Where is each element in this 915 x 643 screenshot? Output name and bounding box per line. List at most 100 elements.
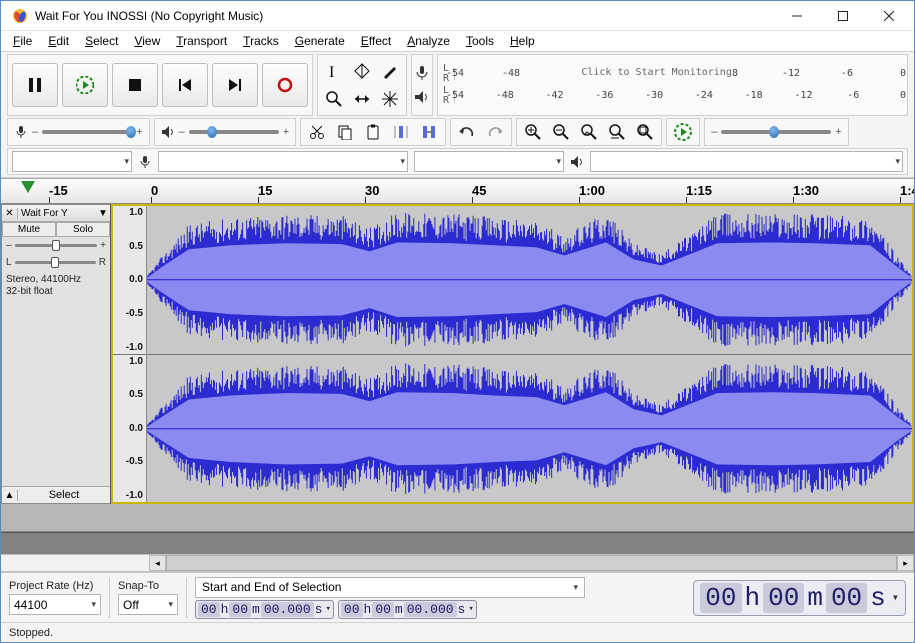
skip-start-button[interactable]	[162, 63, 208, 107]
toolbar-area: I LR -54-488-12-60Click t	[1, 51, 914, 178]
snap-to-label: Snap-To	[118, 580, 178, 592]
speaker-icon	[570, 155, 584, 169]
draw-tool[interactable]	[377, 58, 403, 84]
project-rate-label: Project Rate (Hz)	[9, 580, 101, 592]
channel-left: 1.00.50.0-0.5-1.0	[113, 206, 912, 355]
stop-button[interactable]	[112, 63, 158, 107]
envelope-tool[interactable]	[349, 58, 375, 84]
menu-effect[interactable]: Effect	[353, 32, 399, 50]
playback-volume-slider[interactable]: – +	[154, 118, 297, 146]
playback-speed-slider[interactable]: – +	[704, 118, 849, 146]
skip-end-button[interactable]	[212, 63, 258, 107]
record-volume-slider[interactable]: – +	[7, 118, 150, 146]
status-text: Stopped.	[9, 627, 53, 639]
record-button[interactable]	[262, 63, 308, 107]
fit-project-icon[interactable]	[604, 119, 630, 145]
undo-icon[interactable]	[454, 119, 480, 145]
mute-button[interactable]: Mute	[2, 222, 56, 237]
scroll-thumb[interactable]	[166, 555, 897, 571]
zoom-toggle-icon[interactable]	[632, 119, 658, 145]
timeshift-tool[interactable]	[349, 86, 375, 112]
scroll-left-button[interactable]: ◂	[149, 555, 166, 571]
cut-icon[interactable]	[304, 119, 330, 145]
window-title: Wait For You INOSSI (No Copyright Music)	[35, 9, 774, 23]
amplitude-scale: 1.00.50.0-0.5-1.0	[113, 206, 147, 354]
collapse-button[interactable]: ▲	[2, 490, 18, 501]
menu-analyze[interactable]: Analyze	[399, 32, 458, 50]
audio-host-combo[interactable]: ▾	[12, 151, 132, 172]
solo-button[interactable]: Solo	[56, 222, 110, 237]
play-at-speed-icon[interactable]	[670, 119, 696, 145]
recording-meter[interactable]: LR -54-488-12-60Click to Start Monitorin…	[442, 64, 903, 84]
pan-slider[interactable]: L R	[2, 254, 110, 271]
menu-tools[interactable]: Tools	[458, 32, 502, 50]
pause-button[interactable]	[12, 63, 58, 107]
selection-tool[interactable]: I	[321, 58, 347, 84]
menu-generate[interactable]: Generate	[287, 32, 353, 50]
track-control-panel[interactable]: ✕ Wait For Y ▼ Mute Solo – + L R Stereo,…	[1, 204, 111, 504]
speaker-icon	[161, 125, 175, 139]
record-device-combo[interactable]: ▾	[158, 151, 408, 172]
track-select-button[interactable]: Select	[18, 487, 110, 503]
menu-view[interactable]: View	[126, 32, 168, 50]
maximize-button[interactable]	[820, 1, 866, 31]
track-format: Stereo, 44100Hz 32-bit float	[2, 271, 110, 301]
horizontal-scrollbar[interactable]: ◂ ▸	[1, 554, 914, 572]
tracks-empty-area[interactable]	[1, 532, 914, 554]
paste-icon[interactable]	[360, 119, 386, 145]
play-button[interactable]	[62, 63, 108, 107]
playhead-icon[interactable]	[21, 181, 35, 193]
meters[interactable]: LR -54-488-12-60Click to Start Monitorin…	[437, 54, 908, 116]
tracks-area: ✕ Wait For Y ▼ Mute Solo – + L R Stereo,…	[1, 204, 914, 532]
fit-selection-icon[interactable]	[576, 119, 602, 145]
mic-icon	[14, 125, 28, 139]
track-name[interactable]: Wait For Y	[18, 208, 96, 219]
mic-icon	[414, 65, 430, 81]
title-bar: Wait For You INOSSI (No Copyright Music)	[1, 1, 914, 31]
selection-mode-combo[interactable]: Start and End of Selection▾	[195, 577, 585, 598]
waveform-right[interactable]	[147, 355, 912, 503]
zoom-in-icon[interactable]	[520, 119, 546, 145]
mic-icon	[138, 155, 152, 169]
menu-file[interactable]: File	[5, 32, 40, 50]
zoom-tool[interactable]	[321, 86, 347, 112]
multi-tool[interactable]	[377, 86, 403, 112]
playback-device-combo[interactable]: ▾	[590, 151, 903, 172]
record-channels-combo[interactable]: ▾	[414, 151, 564, 172]
scroll-right-button[interactable]: ▸	[897, 555, 914, 571]
zoom-toolbar	[516, 118, 662, 146]
gain-slider[interactable]: – +	[2, 237, 110, 254]
zoom-out-icon[interactable]	[548, 119, 574, 145]
timeline-ruler[interactable]: -1501530451:001:151:301:45	[1, 178, 914, 204]
selection-start-time[interactable]: 00 h 00 m 00.000 s▾	[195, 600, 334, 619]
menu-bar: File Edit Select View Transport Tracks G…	[1, 31, 914, 51]
amplitude-scale: 1.00.50.0-0.5-1.0	[113, 355, 147, 503]
copy-icon[interactable]	[332, 119, 358, 145]
undo-redo-toolbar	[450, 118, 512, 146]
selection-end-time[interactable]: 00 h 00 m 00.000 s▾	[338, 600, 477, 619]
selection-toolbar: Project Rate (Hz) 44100▾ Snap-To Off▾ St…	[1, 572, 914, 622]
project-rate-combo[interactable]: 44100▾	[9, 594, 101, 615]
audio-position-time[interactable]: 00 h 00 m 00 s▾	[693, 580, 906, 616]
menu-help[interactable]: Help	[502, 32, 543, 50]
close-button[interactable]	[866, 1, 912, 31]
menu-edit[interactable]: Edit	[40, 32, 77, 50]
device-toolbar: ▾ ▾ ▾ ▾	[7, 148, 908, 175]
waveform-left[interactable]	[147, 206, 912, 354]
status-bar: Stopped.	[1, 622, 914, 642]
menu-transport[interactable]: Transport	[168, 32, 235, 50]
playback-meter[interactable]: LR -54-48-42-36-30-24-18-12-60	[442, 86, 903, 106]
tools-toolbar: I	[317, 54, 407, 116]
track-close-button[interactable]: ✕	[2, 208, 18, 219]
minimize-button[interactable]	[774, 1, 820, 31]
redo-icon[interactable]	[482, 119, 508, 145]
transport-toolbar	[7, 54, 313, 116]
snap-to-combo[interactable]: Off▾	[118, 594, 178, 615]
audio-track: ✕ Wait For Y ▼ Mute Solo – + L R Stereo,…	[1, 204, 914, 504]
menu-tracks[interactable]: Tracks	[235, 32, 287, 50]
menu-select[interactable]: Select	[77, 32, 126, 50]
track-menu-button[interactable]: ▼	[96, 208, 110, 219]
silence-icon[interactable]	[416, 119, 442, 145]
trim-icon[interactable]	[388, 119, 414, 145]
edit-toolbar	[300, 118, 446, 146]
